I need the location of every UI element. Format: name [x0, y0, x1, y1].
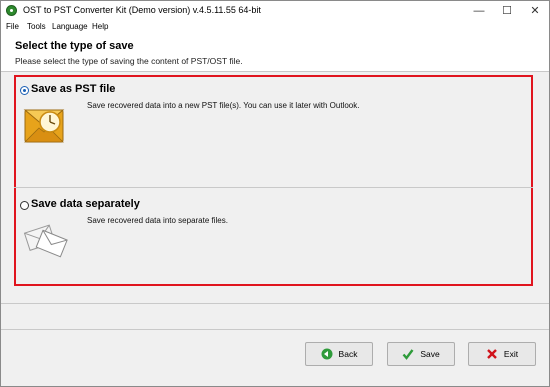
close-button[interactable]: ✕ [521, 1, 549, 21]
save-type-options: Save as PST file Save recovered data int… [14, 75, 533, 286]
buttons-divider [1, 329, 549, 330]
app-logo-icon [6, 5, 17, 16]
outlook-envelope-icon [23, 109, 65, 143]
page-subtitle: Please select the type of saving the con… [15, 56, 243, 66]
close-x-icon [487, 349, 497, 359]
menu-tools[interactable]: Tools [27, 22, 46, 31]
window-title: OST to PST Converter Kit (Demo version) … [23, 5, 261, 15]
menu-file[interactable]: File [6, 22, 19, 31]
page-title: Select the type of save [15, 40, 134, 52]
menu-language[interactable]: Language [52, 22, 88, 31]
save-separately-radio[interactable] [20, 201, 29, 210]
menu-bar: File Tools Language Help [1, 21, 549, 35]
menu-help[interactable]: Help [92, 22, 108, 31]
exit-button-label: Exit [503, 349, 519, 359]
envelopes-icon [23, 224, 68, 258]
exit-button[interactable]: Exit [468, 342, 536, 366]
back-button[interactable]: Back [305, 342, 373, 366]
page-header: Select the type of save Please select th… [1, 35, 549, 72]
back-arrow-icon [321, 348, 333, 360]
save-as-pst-radio[interactable] [20, 86, 29, 95]
save-separately-label[interactable]: Save data separately [31, 198, 140, 210]
save-as-pst-label[interactable]: Save as PST file [31, 83, 115, 95]
title-bar: OST to PST Converter Kit (Demo version) … [1, 1, 549, 21]
maximize-button[interactable]: ☐ [493, 1, 521, 21]
back-button-label: Back [338, 349, 358, 359]
save-as-pst-description: Save recovered data into a new PST file(… [87, 101, 360, 110]
minimize-button[interactable]: — [465, 1, 493, 21]
footer-divider [1, 303, 549, 304]
options-divider [14, 187, 533, 188]
app-window: OST to PST Converter Kit (Demo version) … [0, 0, 550, 387]
save-button-label: Save [420, 349, 440, 359]
save-separately-description: Save recovered data into separate files. [87, 216, 228, 225]
save-button[interactable]: Save [387, 342, 455, 366]
checkmark-icon [402, 349, 414, 360]
